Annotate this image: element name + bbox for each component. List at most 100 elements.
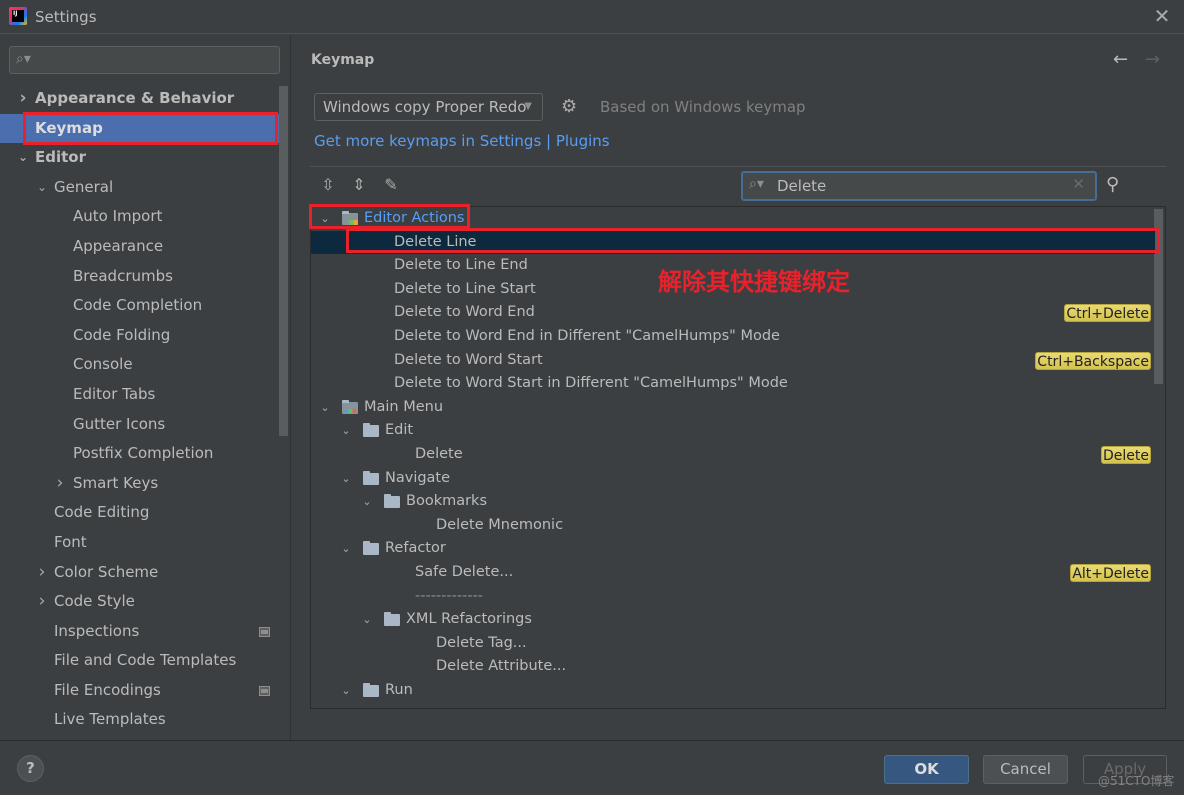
tree-group-row[interactable]: ⌄ Editor Actions xyxy=(311,207,1155,231)
keymap-dropdown[interactable]: Windows copy Proper Redo ▼ xyxy=(314,93,543,121)
gear-icon[interactable]: ⚙ xyxy=(561,96,577,117)
sidebar-scrollbar[interactable] xyxy=(279,86,288,436)
chevron-right-icon[interactable]: › xyxy=(36,558,48,588)
chevron-down-icon[interactable]: ⌄ xyxy=(361,490,373,514)
action-label: Delete to Word End in Different "CamelHu… xyxy=(394,328,780,344)
chevron-down-icon[interactable]: ⌄ xyxy=(340,467,352,491)
action-row[interactable]: Safe Delete... Alt+Delete xyxy=(311,561,1155,585)
search-icon: ⌕▾ xyxy=(16,51,31,67)
folder-icon xyxy=(363,470,379,485)
action-row[interactable]: Delete to Word Start Ctrl+Backspace xyxy=(311,349,1155,373)
chevron-down-icon[interactable]: ⌄ xyxy=(340,679,352,703)
tree-group-row[interactable]: ⌄ XML Refactorings xyxy=(311,608,1155,632)
sidebar-item[interactable]: File and Code Templates xyxy=(0,646,279,676)
chevron-right-icon[interactable]: › xyxy=(54,469,66,499)
action-label: XML Refactorings xyxy=(406,611,532,628)
sidebar-item[interactable]: › Color Scheme xyxy=(0,558,279,588)
action-row[interactable]: Delete Line xyxy=(311,230,1155,255)
forward-arrow-icon[interactable]: → xyxy=(1145,49,1160,70)
action-row[interactable]: Delete to Word End Ctrl+Delete xyxy=(311,301,1155,325)
close-icon[interactable]: ✕ xyxy=(1152,6,1172,26)
tree-group-row[interactable]: ⌄ Main Menu xyxy=(311,396,1155,420)
action-row[interactable]: Delete Tag... xyxy=(311,632,1155,656)
keymap-panel: Keymap ← → Windows copy Proper Redo ▼ ⚙ … xyxy=(290,35,1184,740)
sidebar-item[interactable]: › Appearance & Behavior xyxy=(0,84,279,114)
action-row[interactable]: Delete Delete xyxy=(311,443,1155,467)
action-label: Bookmarks xyxy=(406,493,488,510)
find-by-shortcut-icon[interactable]: ⚲ xyxy=(1106,174,1119,195)
sidebar-item[interactable]: File Encodings xyxy=(0,676,279,706)
sidebar-item[interactable]: Inspections xyxy=(0,617,279,647)
chevron-down-icon[interactable]: ⌄ xyxy=(340,537,352,561)
action-label: Delete Tag... xyxy=(436,634,527,651)
sidebar-item[interactable]: Breadcrumbs xyxy=(0,262,279,292)
editor-actions-icon xyxy=(342,211,358,225)
actions-scrollbar[interactable] xyxy=(1154,209,1163,384)
sidebar-item[interactable]: Console xyxy=(0,350,279,380)
sidebar-item[interactable]: ⌄ General xyxy=(0,173,279,203)
chevron-right-icon[interactable]: › xyxy=(36,587,48,617)
window-title: Settings xyxy=(35,8,97,26)
tree-group-row[interactable]: ⌄ Bookmarks xyxy=(311,490,1155,514)
chevron-right-icon[interactable]: › xyxy=(17,84,29,114)
action-search-box[interactable]: ⌕▾ ✕ xyxy=(741,171,1097,201)
clear-search-icon[interactable]: ✕ xyxy=(1072,175,1085,193)
action-row[interactable]: Delete Mnemonic xyxy=(311,514,1155,538)
chevron-down-icon[interactable]: ⌄ xyxy=(319,396,331,420)
sidebar-item[interactable]: Gutter Icons xyxy=(0,410,279,440)
sidebar-item-label: Gutter Icons xyxy=(73,414,166,433)
chevron-down-icon[interactable]: ⌄ xyxy=(361,608,373,632)
chevron-down-icon[interactable]: ⌄ xyxy=(17,143,29,173)
sidebar-item-label: Editor Tabs xyxy=(73,384,156,403)
tree-group-row[interactable]: ⌄ Run xyxy=(311,679,1155,703)
chevron-down-icon: ▼ xyxy=(524,101,532,112)
sidebar-item[interactable]: Editor Tabs xyxy=(0,380,279,410)
action-row[interactable]: ------------- xyxy=(311,585,1155,609)
chevron-down-icon[interactable]: ⌄ xyxy=(36,173,48,203)
folder-icon xyxy=(363,541,379,556)
sidebar-item[interactable]: Keymap xyxy=(0,113,279,144)
action-label: Refactor xyxy=(385,540,446,557)
main-menu-icon xyxy=(342,399,358,414)
expand-all-icon[interactable]: ⇳ xyxy=(318,175,338,195)
sidebar-item[interactable]: Font xyxy=(0,528,279,558)
sidebar-item-label: Postfix Completion xyxy=(73,444,214,463)
sidebar-item[interactable]: Code Editing xyxy=(0,498,279,528)
intellij-logo-icon: IJ xyxy=(9,7,27,25)
action-row[interactable]: Delete to Word Start in Different "Camel… xyxy=(311,372,1155,396)
plugins-link[interactable]: Get more keymaps in Settings | Plugins xyxy=(314,132,610,150)
sidebar-item-label: Code Style xyxy=(54,592,135,611)
settings-search-input[interactable]: ⌕▾ xyxy=(9,46,280,74)
settings-tree: › Appearance & Behavior Keymap ⌄ Editor ⌄ Gene… xyxy=(0,84,279,735)
sidebar-item[interactable]: Code Folding xyxy=(0,321,279,351)
sidebar-item[interactable]: Live Templates xyxy=(0,705,279,735)
cancel-button[interactable]: Cancel xyxy=(983,755,1068,784)
sidebar-item-label: Console xyxy=(73,355,133,374)
tree-group-row[interactable]: ⌄ Refactor xyxy=(311,537,1155,561)
folder-icon xyxy=(363,683,379,697)
action-search-input[interactable] xyxy=(777,176,1057,196)
folder-icon xyxy=(384,494,400,509)
folder-icon xyxy=(363,423,379,438)
sidebar-item[interactable]: Appearance xyxy=(0,232,279,262)
sidebar-item[interactable]: Postfix Completion xyxy=(0,439,279,469)
ok-button[interactable]: OK xyxy=(884,755,969,784)
tree-group-row[interactable]: ⌄ Navigate xyxy=(311,467,1155,491)
chevron-down-icon[interactable]: ⌄ xyxy=(340,419,352,443)
sidebar-item-label: Smart Keys xyxy=(73,473,159,492)
action-row[interactable]: Delete Attribute... xyxy=(311,655,1155,679)
back-arrow-icon[interactable]: ← xyxy=(1113,49,1128,70)
sidebar-item[interactable]: › Code Style xyxy=(0,587,279,617)
chevron-down-icon[interactable]: ⌄ xyxy=(319,207,331,231)
action-row[interactable]: Delete to Word End in Different "CamelHu… xyxy=(311,325,1155,349)
tree-group-row[interactable]: ⌄ Edit xyxy=(311,419,1155,443)
help-button[interactable]: ? xyxy=(17,755,44,782)
action-label: Navigate xyxy=(385,469,451,486)
sidebar-item[interactable]: Auto Import xyxy=(0,202,279,232)
sidebar-item[interactable]: › Smart Keys xyxy=(0,469,279,499)
sidebar-item[interactable]: Code Completion xyxy=(0,291,279,321)
sidebar-item[interactable]: ⌄ Editor xyxy=(0,143,279,173)
edit-pencil-icon[interactable]: ✎ xyxy=(381,175,401,195)
collapse-all-icon[interactable]: ⇕ xyxy=(349,175,369,195)
action-label: Delete xyxy=(415,446,463,462)
